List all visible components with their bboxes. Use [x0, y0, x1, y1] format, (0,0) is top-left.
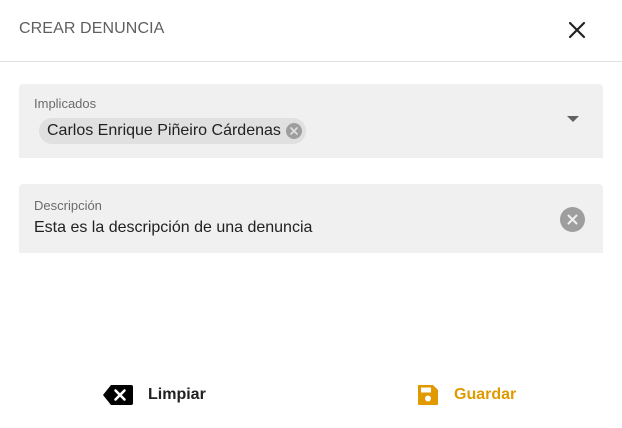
close-icon [568, 21, 586, 39]
clear-descripcion-button[interactable] [560, 207, 585, 232]
implicados-dropdown-button[interactable] [566, 114, 580, 124]
arrow-drop-down-icon [567, 115, 579, 122]
guardar-label: Guardar [454, 386, 517, 403]
guardar-button[interactable]: Guardar [416, 380, 516, 410]
dialog-title: CREAR DENUNCIA [19, 20, 165, 37]
save-icon [418, 385, 438, 405]
descripcion-label: Descripción [34, 198, 102, 213]
backspace-icon [103, 385, 133, 405]
chip-remove-button[interactable] [285, 123, 302, 139]
clear-circle-icon [567, 214, 578, 225]
dialog-header: CREAR DENUNCIA [0, 0, 622, 62]
limpiar-button[interactable]: Limpiar [102, 380, 206, 410]
limpiar-label: Limpiar [148, 386, 206, 403]
descripcion-input[interactable]: Esta es la descripción de una denuncia [34, 219, 312, 237]
descripcion-field[interactable]: Descripción Esta es la descripción de un… [19, 184, 603, 253]
implicados-select[interactable]: Implicados Carlos Enrique Piñeiro Cárden… [19, 84, 603, 158]
implicado-chip[interactable]: Carlos Enrique Piñeiro Cárdenas [39, 118, 306, 144]
chip-remove-icon [290, 127, 298, 135]
implicados-label: Implicados [34, 96, 97, 111]
implicado-chip-label: Carlos Enrique Piñeiro Cárdenas [47, 122, 281, 139]
close-button[interactable] [562, 15, 592, 45]
